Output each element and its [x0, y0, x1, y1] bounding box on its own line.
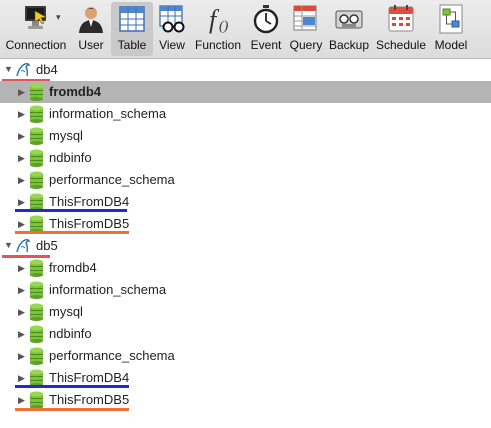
- database-underline-marker: [15, 408, 129, 411]
- toolbar-model-button[interactable]: Model: [432, 2, 470, 56]
- database-icon: [29, 259, 44, 277]
- svg-text:(): (): [219, 19, 229, 34]
- toolbar-view-label: View: [159, 38, 185, 52]
- database-name: performance_schema: [49, 348, 175, 363]
- mysql-dolphin-icon: [15, 237, 31, 254]
- toolbar-query-button[interactable]: Query: [288, 2, 324, 56]
- toolbar-function-button[interactable]: f () Function: [193, 2, 243, 56]
- disclosure-closed-icon[interactable]: ▶: [18, 373, 25, 384]
- toolbar-table-button[interactable]: Table: [111, 2, 153, 56]
- database-name: ThisFromDB5: [49, 392, 130, 407]
- database-icon: [29, 303, 44, 321]
- database-name: fromdb4: [49, 260, 97, 275]
- database-row-information-schema[interactable]: ▶ information_schema: [0, 279, 491, 301]
- object-navigator-tree: ▼ db4 ▶ fromdb4 ▶ information_schema ▶ m…: [0, 59, 491, 428]
- disclosure-closed-icon[interactable]: ▶: [18, 395, 25, 406]
- database-icon: [29, 105, 44, 123]
- disclosure-closed-icon[interactable]: ▶: [18, 131, 25, 142]
- database-icon: [29, 325, 44, 343]
- toolbar-query-label: Query: [289, 38, 323, 52]
- disclosure-closed-icon[interactable]: ▶: [18, 219, 25, 230]
- database-name: information_schema: [49, 106, 167, 121]
- database-row-fromdb4[interactable]: ▶ fromdb4: [0, 81, 491, 103]
- disclosure-closed-icon[interactable]: ▶: [18, 351, 25, 362]
- database-name: fromdb4: [49, 84, 101, 99]
- database-name: performance_schema: [49, 172, 175, 187]
- toolbar-user-button[interactable]: User: [74, 2, 108, 56]
- disclosure-closed-icon[interactable]: ▶: [18, 175, 25, 186]
- connection-icon: [21, 2, 51, 36]
- disclosure-closed-icon[interactable]: ▶: [18, 329, 25, 340]
- database-icon: [29, 171, 44, 189]
- toolbar-view-button[interactable]: View: [155, 2, 189, 56]
- toolbar-backup-button[interactable]: Backup: [327, 2, 371, 56]
- toolbar-connection-button[interactable]: Connection: [3, 2, 69, 56]
- database-name: mysql: [49, 128, 83, 143]
- chevron-down-icon[interactable]: ▾: [56, 12, 61, 23]
- disclosure-closed-icon[interactable]: ▶: [18, 263, 25, 274]
- main-toolbar: Connection ▾ User Table View f () Functi…: [0, 0, 491, 59]
- disclosure-open-icon[interactable]: ▼: [4, 240, 13, 250]
- database-row-mysql[interactable]: ▶ mysql: [0, 301, 491, 323]
- connection-name: db4: [36, 62, 58, 77]
- database-name: ThisFromDB4: [49, 194, 130, 209]
- connection-name: db5: [36, 238, 58, 253]
- database-name: mysql: [49, 304, 83, 319]
- database-row-performance-schema[interactable]: ▶ performance_schema: [0, 169, 491, 191]
- table-icon: [117, 2, 147, 36]
- backup-icon: [334, 2, 364, 36]
- database-row-fromdb4[interactable]: ▶ fromdb4: [0, 257, 491, 279]
- database-icon: [29, 149, 44, 167]
- disclosure-open-icon[interactable]: ▼: [4, 64, 13, 74]
- database-name: ThisFromDB4: [49, 370, 130, 385]
- database-underline-marker: [15, 385, 129, 388]
- connection-row-db5[interactable]: ▼ db5: [0, 235, 491, 257]
- event-icon: [251, 2, 281, 36]
- database-name: information_schema: [49, 282, 167, 297]
- user-icon: [76, 2, 106, 36]
- disclosure-closed-icon[interactable]: ▶: [18, 153, 25, 164]
- database-icon: [29, 83, 44, 101]
- toolbar-user-label: User: [78, 38, 104, 52]
- database-name: ThisFromDB5: [49, 216, 130, 231]
- connection-row-db4[interactable]: ▼ db4: [0, 59, 491, 81]
- database-icon: [29, 347, 44, 365]
- database-icon: [29, 281, 44, 299]
- toolbar-backup-label: Backup: [328, 38, 370, 52]
- database-row-information-schema[interactable]: ▶ information_schema: [0, 103, 491, 125]
- database-name: ndbinfo: [49, 326, 92, 341]
- disclosure-closed-icon[interactable]: ▶: [18, 307, 25, 318]
- database-row-ndbinfo[interactable]: ▶ ndbinfo: [0, 147, 491, 169]
- toolbar-schedule-button[interactable]: Schedule: [374, 2, 428, 56]
- database-name: ndbinfo: [49, 150, 92, 165]
- toolbar-event-label: Event: [250, 38, 282, 52]
- database-icon: [29, 127, 44, 145]
- query-icon: [291, 2, 321, 36]
- database-row-ndbinfo[interactable]: ▶ ndbinfo: [0, 323, 491, 345]
- database-row-performance-schema[interactable]: ▶ performance_schema: [0, 345, 491, 367]
- database-underline-marker: [15, 209, 127, 212]
- schedule-icon: [386, 2, 416, 36]
- disclosure-closed-icon[interactable]: ▶: [18, 109, 25, 120]
- toolbar-connection-label: Connection: [5, 38, 67, 52]
- disclosure-closed-icon[interactable]: ▶: [18, 285, 25, 296]
- toolbar-function-label: Function: [194, 38, 242, 52]
- function-icon: f (): [203, 2, 233, 36]
- database-row-mysql[interactable]: ▶ mysql: [0, 125, 491, 147]
- mysql-dolphin-icon: [15, 61, 31, 78]
- disclosure-closed-icon[interactable]: ▶: [18, 87, 25, 98]
- disclosure-closed-icon[interactable]: ▶: [18, 197, 25, 208]
- toolbar-table-label: Table: [117, 38, 147, 52]
- toolbar-model-label: Model: [434, 38, 468, 52]
- toolbar-event-button[interactable]: Event: [248, 2, 284, 56]
- toolbar-schedule-label: Schedule: [375, 38, 427, 52]
- database-underline-marker: [15, 231, 129, 234]
- view-icon: [157, 2, 187, 36]
- model-icon: [436, 2, 466, 36]
- database-icon: [29, 391, 44, 409]
